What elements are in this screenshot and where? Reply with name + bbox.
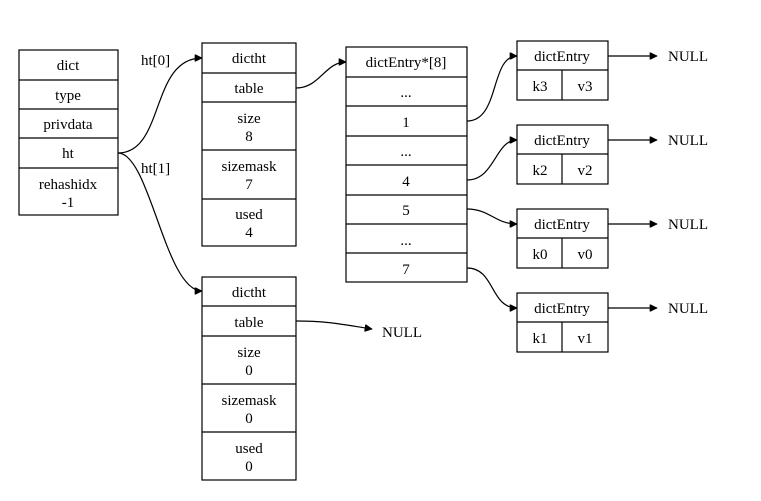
dictentry-node-k1: dictEntry k1 v1 NULL <box>516 292 708 353</box>
ht1-title: dictht <box>232 285 267 301</box>
edge-label-ht1: ht[1] <box>141 161 170 177</box>
ht0-size-value: 8 <box>245 129 253 145</box>
dict-node: dict type privdata ht rehashidx -1 <box>18 49 119 216</box>
edge-label-ht0: ht[0] <box>141 53 170 69</box>
ht1-size-label: size <box>237 345 261 361</box>
dictentry-node-k2: dictEntry k2 v2 NULL <box>516 124 708 185</box>
dict-field-privdata: privdata <box>43 117 92 133</box>
array-cell: ... <box>400 233 411 249</box>
array-cell: ... <box>400 85 411 101</box>
edge-ht0 <box>117 58 202 154</box>
dictht-1-node: dictht table size 0 sizemask 0 used 0 <box>201 276 297 481</box>
edge-slot5-entry <box>466 208 517 224</box>
ht1-sizemask-value: 0 <box>245 411 253 427</box>
ht1-table-null: NULL <box>382 325 422 341</box>
dictentry-node-k0: dictEntry k0 v0 NULL <box>516 208 708 269</box>
dict-rehashidx-label: rehashidx <box>39 177 98 193</box>
dict-title: dict <box>57 58 80 74</box>
entry-value: v2 <box>578 163 593 179</box>
dictentry-array-node: dictEntry*[8] ... 1 ... 4 5 ... 7 <box>345 46 468 283</box>
dict-field-type: type <box>55 88 81 104</box>
dict-diagram: dict type privdata ht rehashidx -1 ht[0]… <box>18 40 708 481</box>
edge-slot4-entry <box>466 140 517 181</box>
array-cell: ... <box>400 144 411 160</box>
array-cell: 1 <box>402 115 410 131</box>
entry-next-null: NULL <box>668 301 708 317</box>
edge-slot7-entry <box>466 267 517 308</box>
entry-key: k2 <box>533 163 548 179</box>
ht0-size-label: size <box>237 111 261 127</box>
dictht-0-node: dictht table size 8 sizemask 7 used 4 <box>201 42 297 247</box>
edge-slot1-entry <box>466 56 517 122</box>
array-cell: 5 <box>402 203 410 219</box>
ht0-table: table <box>234 81 263 97</box>
ht0-title: dictht <box>232 51 267 67</box>
entry-next-null: NULL <box>668 217 708 233</box>
entry-title: dictEntry <box>534 49 590 65</box>
ht1-size-value: 0 <box>245 363 253 379</box>
entry-key: k3 <box>533 79 548 95</box>
entry-value: v0 <box>578 247 593 263</box>
entry-value: v1 <box>578 331 593 347</box>
edge-table-array <box>295 62 346 89</box>
entry-key: k1 <box>533 331 548 347</box>
ht0-used-value: 4 <box>245 225 253 241</box>
entry-title: dictEntry <box>534 301 590 317</box>
entry-next-null: NULL <box>668 49 708 65</box>
ht0-used-label: used <box>235 207 263 223</box>
entry-value: v3 <box>578 79 593 95</box>
array-title: dictEntry*[8] <box>366 55 447 71</box>
edge-ht1-table-null <box>295 320 372 329</box>
dict-rehashidx-value: -1 <box>62 195 75 211</box>
ht0-sizemask-label: sizemask <box>222 159 277 175</box>
entry-next-null: NULL <box>668 133 708 149</box>
ht1-used-value: 0 <box>245 459 253 475</box>
dict-field-ht: ht <box>62 146 75 162</box>
ht1-used-label: used <box>235 441 263 457</box>
array-cell: 4 <box>402 174 410 190</box>
entry-key: k0 <box>533 247 548 263</box>
dictentry-node-k3: dictEntry k3 v3 NULL <box>516 40 708 101</box>
array-cell: 7 <box>402 262 410 278</box>
entry-title: dictEntry <box>534 133 590 149</box>
ht1-table: table <box>234 315 263 331</box>
entry-title: dictEntry <box>534 217 590 233</box>
ht1-sizemask-label: sizemask <box>222 393 277 409</box>
ht0-sizemask-value: 7 <box>245 177 253 193</box>
